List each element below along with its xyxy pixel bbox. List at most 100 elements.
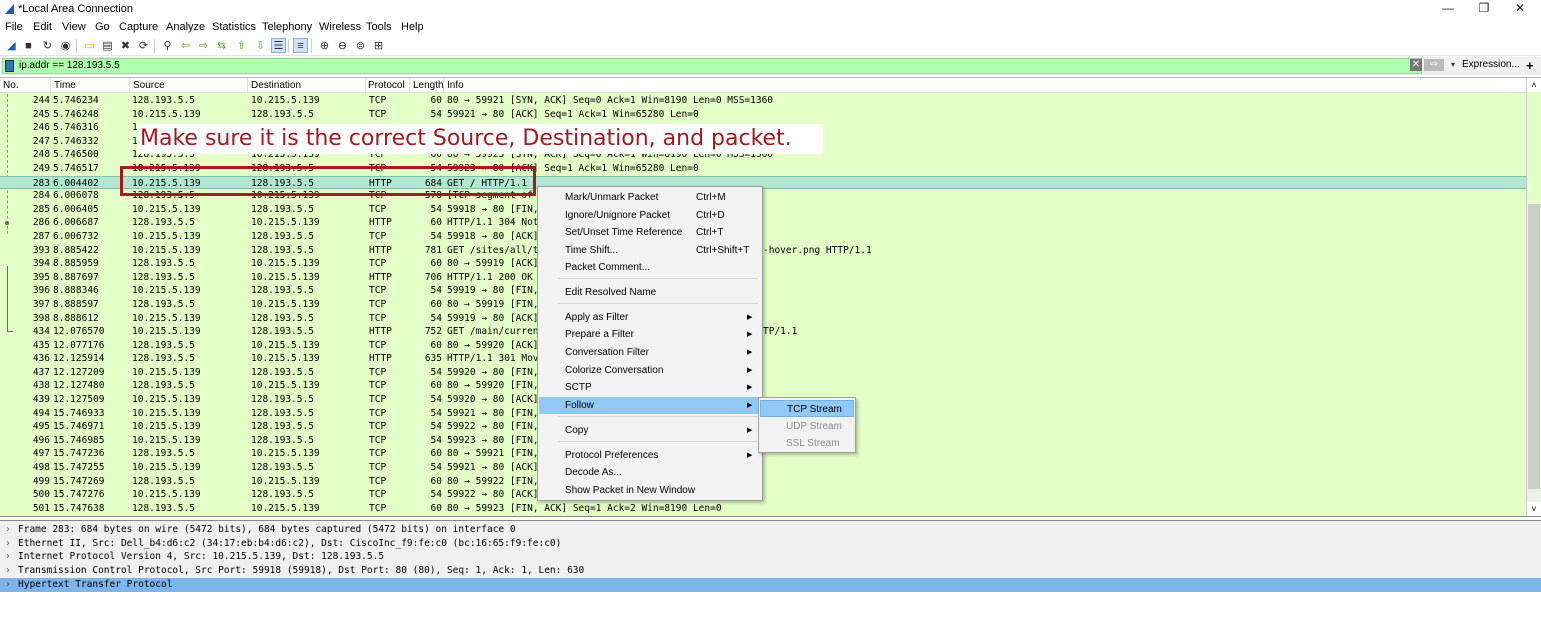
follow-tcp-stream[interactable]: TCP Stream xyxy=(760,400,854,417)
menu-item-ignore-unignore-packet[interactable]: Ignore/Unignore Packet Ctrl+D xyxy=(539,207,761,224)
detail-tree-item[interactable]: › Ethernet II, Src: Dell_b4:d6:c2 (34:17:… xyxy=(0,537,1541,551)
menu-item-packet-comment[interactable]: Packet Comment... xyxy=(539,259,761,276)
stop-capture-icon[interactable]: ■ xyxy=(21,38,36,53)
detail-tree-item[interactable]: › Frame 283: 684 bytes on wire (5472 bits… xyxy=(0,523,1541,537)
menu-item-set-unset-time-reference[interactable]: Set/Unset Time Reference Ctrl+T xyxy=(539,224,761,241)
menu-item-colorize-conversation[interactable]: Colorize Conversation ▶ xyxy=(539,362,761,379)
go-first-packet-icon[interactable]: ⇧ xyxy=(234,38,249,53)
menu-help[interactable]: Help xyxy=(401,21,424,33)
packet-row[interactable]: 396 8.888346 10.215.5.139 128.193.5.5 TCP 54 5… xyxy=(0,284,1526,298)
packet-row[interactable]: 245 5.746248 10.215.5.139 128.193.5.5 TCP 54 5… xyxy=(0,108,1526,122)
packet-row[interactable]: 434 12.076570 10.215.5.139 128.193.5.5 HTTP 7… xyxy=(0,325,1526,339)
zoom-normal-icon[interactable]: ⊜ xyxy=(353,38,368,53)
capture-options-icon[interactable]: ◉ xyxy=(58,38,73,53)
close-button[interactable]: ✕ xyxy=(1502,0,1538,19)
packet-row[interactable]: 395 8.887697 128.193.5.5 10.215.5.139 HTTP 70… xyxy=(0,271,1526,285)
menu-item-decode-as[interactable]: Decode As... xyxy=(539,464,761,481)
packet-row[interactable]: 398 8.888612 10.215.5.139 128.193.5.5 TCP 54 5… xyxy=(0,312,1526,326)
menu-analyze[interactable]: Analyze xyxy=(166,21,205,33)
menu-item-protocol-preferences[interactable]: Protocol Preferences ▶ xyxy=(539,447,761,464)
menu-statistics[interactable]: Statistics xyxy=(212,21,256,33)
menu-item-mark-unmark-packet[interactable]: Mark/Unmark Packet Ctrl+M xyxy=(539,189,761,206)
detail-tree-item[interactable]: › Hypertext Transfer Protocol xyxy=(0,578,1541,592)
colorize-icon[interactable]: ≡ xyxy=(293,38,308,53)
menu-tools[interactable]: Tools xyxy=(366,21,392,33)
go-to-packet-icon[interactable]: ⇆ xyxy=(214,38,229,53)
zoom-in-icon[interactable]: ⊕ xyxy=(317,38,332,53)
column-time[interactable]: Time xyxy=(54,80,76,91)
go-forward-icon[interactable]: ⇨ xyxy=(196,38,211,53)
menu-item-follow[interactable]: Follow ▶ xyxy=(539,397,761,414)
filter-dropdown-icon[interactable]: ▾ xyxy=(1448,58,1458,72)
column-source[interactable]: Source xyxy=(133,80,165,91)
menu-item-show-packet-in-new-window[interactable]: Show Packet in New Window xyxy=(539,482,761,499)
detail-tree-item[interactable]: › Internet Protocol Version 4, Src: 10.21… xyxy=(0,550,1541,564)
menu-edit[interactable]: Edit xyxy=(33,21,52,33)
find-packet-icon[interactable]: ⚲ xyxy=(160,38,175,53)
minimize-button[interactable]: — xyxy=(1430,0,1466,19)
display-filter-input[interactable]: ip.addr == 128.193.5.5 xyxy=(2,58,1422,74)
save-file-icon[interactable]: ▤ xyxy=(100,38,115,53)
scrollbar-track[interactable] xyxy=(1528,92,1540,204)
menu-wireless[interactable]: Wireless xyxy=(319,21,361,33)
menu-go[interactable]: Go xyxy=(95,21,110,33)
packet-row[interactable]: 437 12.127209 10.215.5.139 128.193.5.5 TCP 54… xyxy=(0,366,1526,380)
packet-row[interactable]: 394 8.885959 128.193.5.5 10.215.5.139 TCP 60 8… xyxy=(0,257,1526,271)
packet-row[interactable]: 287 6.006732 10.215.5.139 128.193.5.5 TCP 54 5… xyxy=(0,230,1526,244)
packet-row[interactable]: 498 15.747255 10.215.5.139 128.193.5.5 TCP 54… xyxy=(0,461,1526,475)
menu-item-time-shift[interactable]: Time Shift... Ctrl+Shift+T xyxy=(539,242,761,259)
expand-chevron-icon[interactable]: › xyxy=(5,537,11,551)
resize-columns-icon[interactable]: ⊞ xyxy=(371,38,386,53)
zoom-out-icon[interactable]: ⊖ xyxy=(335,38,350,53)
packet-row[interactable]: 438 12.127480 128.193.5.5 10.215.5.139 TCP 60… xyxy=(0,379,1526,393)
open-file-icon[interactable]: ▭ xyxy=(82,38,97,53)
menu-telephony[interactable]: Telephony xyxy=(262,21,312,33)
packet-row[interactable]: 393 8.885422 10.215.5.139 128.193.5.5 HTTP 78… xyxy=(0,244,1526,258)
apply-filter-icon[interactable]: ⇨ xyxy=(1424,59,1444,71)
scroll-up-icon[interactable]: ˄ xyxy=(1527,78,1541,92)
expand-chevron-icon[interactable]: › xyxy=(5,523,11,537)
expand-chevron-icon[interactable]: › xyxy=(5,578,11,592)
menu-capture[interactable]: Capture xyxy=(119,21,158,33)
packet-row[interactable]: 435 12.077176 128.193.5.5 10.215.5.139 TCP 60… xyxy=(0,339,1526,353)
add-filter-button[interactable]: + xyxy=(1526,58,1534,73)
menu-view[interactable]: View xyxy=(62,21,86,33)
close-file-icon[interactable]: ✖ xyxy=(118,38,133,53)
column-protocol[interactable]: Protocol xyxy=(368,80,405,91)
packet-row[interactable]: 501 15.747638 128.193.5.5 10.215.5.139 TCP 60… xyxy=(0,502,1526,516)
start-capture-icon[interactable]: ◢ xyxy=(4,38,19,53)
detail-tree-item[interactable]: › Transmission Control Protocol, Src Port… xyxy=(0,564,1541,578)
clear-filter-icon[interactable]: ✕ xyxy=(1410,59,1422,71)
packet-row[interactable]: 500 15.747276 10.215.5.139 128.193.5.5 TCP 54… xyxy=(0,488,1526,502)
packet-row[interactable]: 397 8.888597 128.193.5.5 10.215.5.139 TCP 60 8… xyxy=(0,298,1526,312)
expand-chevron-icon[interactable]: › xyxy=(5,564,11,578)
menu-item-apply-as-filter[interactable]: Apply as Filter ▶ xyxy=(539,309,761,326)
menu-file[interactable]: File xyxy=(5,21,23,33)
autoscroll-icon[interactable]: ☰ xyxy=(271,38,286,53)
column-destination[interactable]: Destination xyxy=(251,80,301,91)
go-back-icon[interactable]: ⇦ xyxy=(178,38,193,53)
restart-capture-icon[interactable]: ↻ xyxy=(40,38,55,53)
expand-chevron-icon[interactable]: › xyxy=(5,550,11,564)
expression-button[interactable]: Expression... xyxy=(1462,59,1520,70)
menu-item-sctp[interactable]: SCTP ▶ xyxy=(539,379,761,396)
reload-file-icon[interactable]: ⟳ xyxy=(136,38,151,53)
go-last-packet-icon[interactable]: ⇩ xyxy=(253,38,268,53)
packet-list-scrollbar[interactable]: ˄ ˅ xyxy=(1526,78,1541,516)
packet-row[interactable]: 244 5.746234 128.193.5.5 10.215.5.139 TCP 60 8… xyxy=(0,94,1526,108)
packet-row[interactable]: 436 12.125914 128.193.5.5 10.215.5.139 HTTP 6… xyxy=(0,352,1526,366)
menu-item-edit-resolved-name[interactable]: Edit Resolved Name xyxy=(539,284,761,301)
packet-row[interactable]: 285 6.006405 10.215.5.139 128.193.5.5 TCP 54 5… xyxy=(0,203,1526,217)
bookmark-icon[interactable] xyxy=(5,60,14,72)
packet-row[interactable]: 499 15.747269 128.193.5.5 10.215.5.139 TCP 60… xyxy=(0,475,1526,489)
scroll-down-icon[interactable]: ˅ xyxy=(1527,502,1541,516)
scrollbar-thumb[interactable] xyxy=(1528,204,1540,489)
column-no[interactable]: No. xyxy=(3,80,19,91)
packet-row[interactable]: 286 6.006687 128.193.5.5 10.215.5.139 HTTP 60… xyxy=(0,216,1526,230)
maximize-button[interactable]: ❐ xyxy=(1466,0,1502,19)
column-length[interactable]: Length xyxy=(413,80,444,91)
column-info[interactable]: Info xyxy=(447,80,464,91)
menu-item-conversation-filter[interactable]: Conversation Filter ▶ xyxy=(539,344,761,361)
menu-item-prepare-a-filter[interactable]: Prepare a Filter ▶ xyxy=(539,326,761,343)
menu-item-copy[interactable]: Copy ▶ xyxy=(539,422,761,439)
